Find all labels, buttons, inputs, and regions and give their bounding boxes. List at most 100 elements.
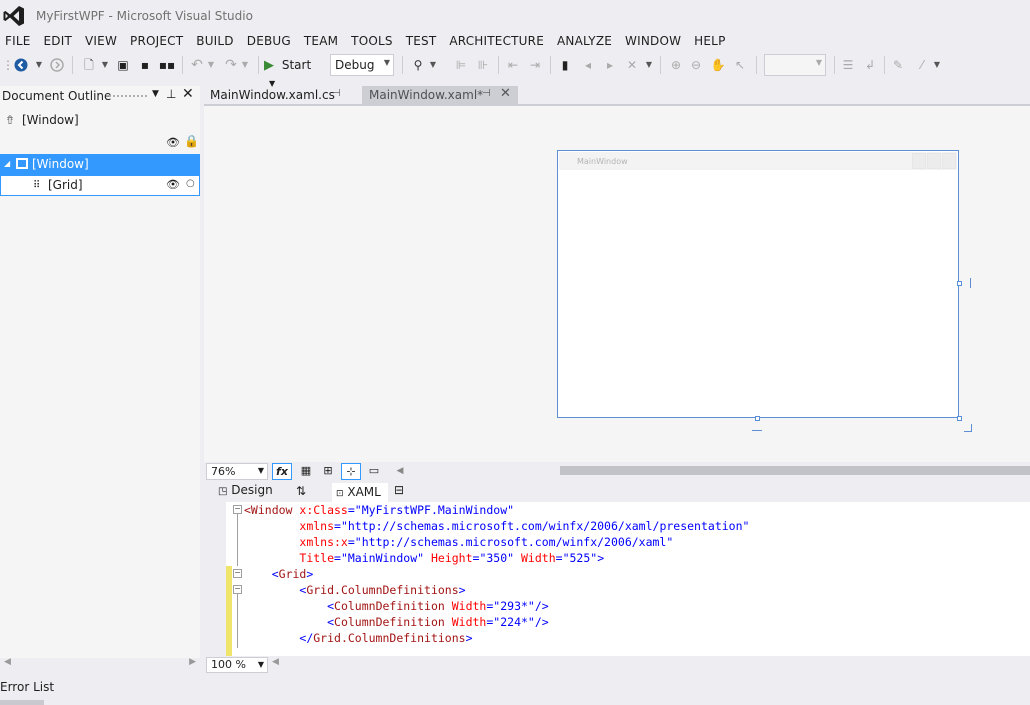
menu-build[interactable]: BUILD (191, 31, 241, 49)
code-line[interactable]: xmlns:x="http://schemas.microsoft.com/wi… (244, 534, 673, 550)
comment-icon[interactable]: ⇤ (504, 57, 522, 73)
show-grid-icon[interactable]: ▦ (296, 463, 316, 480)
new-project-icon[interactable]: 🗋 (80, 57, 98, 73)
collapse-region-icon[interactable]: − (233, 505, 242, 514)
pin-tab-icon[interactable]: ⊣ (482, 88, 491, 99)
find-dropdown-icon[interactable]: ▼ (428, 57, 438, 73)
editor-zoom-select[interactable]: 100 % ▼ (206, 657, 268, 673)
tab-mainwindow-xaml[interactable]: MainWindow.xaml* ⊣ ✕ (362, 86, 518, 104)
menu-analyze[interactable]: ANALYZE (552, 31, 620, 49)
menu-window[interactable]: WINDOW (620, 31, 689, 49)
pointer-icon[interactable]: ↖ (732, 57, 748, 73)
uncomment-icon[interactable]: ⇥ (526, 57, 544, 73)
xaml-view-tab[interactable]: ⊡ XAML (332, 483, 388, 502)
save-icon[interactable]: ▪ (136, 57, 154, 73)
eyedropper-icon[interactable]: ⁄ (914, 57, 930, 73)
solution-configuration-select[interactable]: Debug ▼ (330, 54, 394, 76)
start-debugging-button[interactable]: ▶ Start ▼ (264, 57, 326, 88)
panel-drag-grip[interactable] (108, 94, 148, 99)
code-line[interactable]: xmlns="http://schemas.microsoft.com/winf… (244, 518, 749, 534)
next-bookmark-icon[interactable]: ▸ (602, 57, 618, 73)
swap-panes-icon[interactable]: ⇅ (296, 484, 306, 498)
toolbar-overflow-icon[interactable]: ▼ (932, 57, 942, 73)
zoom-in-icon[interactable]: ⊕ (668, 57, 684, 73)
lock-icon[interactable]: 🔒 (184, 134, 199, 148)
panel-menu-chevron-down-icon[interactable]: ▼ (152, 89, 159, 99)
visibility-eye-icon[interactable]: 👁 (166, 136, 180, 149)
open-file-icon[interactable]: ▣ (114, 57, 132, 73)
code-line[interactable]: <Grid> (244, 566, 314, 582)
redo-dropdown-icon[interactable]: ▼ (240, 57, 250, 73)
effects-fx-icon[interactable]: fx (272, 463, 292, 480)
collapse-region-icon[interactable]: − (233, 585, 242, 594)
scroll-right-icon[interactable]: ▶ (189, 657, 196, 667)
align-right-icon[interactable]: ⊪ (474, 57, 492, 73)
design-surface[interactable]: MainWindow (204, 106, 1030, 462)
pin-tab-icon[interactable]: ⊣ (332, 88, 341, 99)
resize-handle-bottom[interactable] (755, 416, 760, 421)
menu-edit[interactable]: EDIT (39, 31, 81, 49)
zoom-out-icon[interactable]: ⊖ (688, 57, 704, 73)
annotations-icon[interactable]: ▭ (364, 463, 384, 480)
undo-icon[interactable]: ↶ (188, 57, 206, 73)
find-in-files-icon[interactable]: ⚲ (408, 57, 428, 73)
code-line[interactable]: </Grid.ColumnDefinitions> (244, 630, 472, 646)
save-all-icon[interactable]: ▪▪ (158, 57, 176, 73)
collapse-pane-icon[interactable]: ⊟ (394, 483, 404, 497)
designer-window-preview[interactable]: MainWindow (557, 150, 959, 418)
clear-bookmarks-icon[interactable]: ✕ (624, 57, 640, 73)
menu-file[interactable]: FILE (0, 31, 39, 49)
back-dropdown-icon[interactable]: ▼ (34, 57, 44, 73)
menu-team[interactable]: TEAM (299, 31, 346, 49)
scroll-left-icon[interactable]: ◀ (390, 463, 410, 480)
collapse-region-icon[interactable]: − (233, 569, 242, 578)
format-selection-icon[interactable]: ↲ (862, 57, 878, 73)
outline-root-item[interactable]: ⇮ [Window] (0, 110, 200, 131)
edit-template-icon[interactable]: ✎ (890, 57, 906, 73)
menu-help[interactable]: HELP (689, 31, 733, 49)
code-line[interactable]: <Window x:Class="MyFirstWPF.MainWindow" (244, 502, 514, 518)
resize-handle-corner[interactable] (957, 416, 962, 421)
redo-icon[interactable]: ↷ (222, 57, 240, 73)
scroll-left-icon[interactable]: ◀ (4, 657, 11, 667)
align-left-icon[interactable]: ⊫ (452, 57, 470, 73)
snap-to-snaplines-icon[interactable]: ⊹ (341, 463, 361, 480)
lock-toggle-circle-icon[interactable]: ○ (186, 174, 195, 194)
format-document-icon[interactable]: ☰ (840, 57, 856, 73)
code-line[interactable]: <ColumnDefinition Width="224*"/> (244, 614, 549, 630)
close-panel-icon[interactable]: ✕ (182, 86, 194, 102)
outline-item-window[interactable]: ◢ [Window] (0, 154, 200, 175)
undo-dropdown-icon[interactable]: ▼ (206, 57, 216, 73)
menu-view[interactable]: VIEW (80, 31, 125, 49)
designer-zoom-select[interactable]: 76% ▼ (206, 463, 268, 480)
code-line[interactable]: <ColumnDefinition Width="293*"/> (244, 598, 549, 614)
visibility-eye-icon[interactable]: 👁 (166, 175, 180, 195)
pan-hand-icon[interactable]: ✋ (710, 57, 726, 73)
collapse-triangle-icon[interactable]: ◢ (4, 154, 10, 174)
toolbar-empty-select[interactable]: ▼ (764, 54, 826, 76)
xaml-code-editor[interactable]: − − − <Window x:Class="MyFirstWPF.MainWi… (204, 502, 1030, 656)
previous-bookmark-icon[interactable]: ◂ (580, 57, 596, 73)
resize-handle-right[interactable] (957, 281, 962, 286)
designer-horizontal-scrollbar[interactable] (560, 466, 1030, 475)
bookmarks-dropdown-icon[interactable]: ▼ (644, 57, 654, 73)
outline-item-grid[interactable]: ⠿ [Grid] 👁 ○ (0, 175, 200, 196)
error-list-tab[interactable]: Error List (0, 680, 54, 694)
outline-horizontal-scrollbar[interactable]: ◀ ▶ (0, 657, 200, 671)
snap-to-grid-icon[interactable]: ⊞ (318, 463, 338, 480)
pin-icon[interactable]: ⊥ (166, 87, 176, 101)
new-project-dropdown-icon[interactable]: ▼ (100, 57, 110, 73)
close-tab-icon[interactable]: ✕ (500, 86, 511, 101)
menu-test[interactable]: TEST (401, 31, 445, 49)
design-view-tab[interactable]: ◳ Design (218, 483, 273, 497)
menu-architecture[interactable]: ARCHITECTURE (444, 31, 552, 49)
bookmark-icon[interactable]: ▮ (558, 57, 572, 73)
code-line[interactable]: Title="MainWindow" Height="350" Width="5… (244, 550, 604, 566)
tab-mainwindow-xaml-cs[interactable]: MainWindow.xaml.cs ⊣ (204, 86, 356, 104)
scroll-left-icon[interactable]: ◀ (272, 657, 279, 667)
menu-project[interactable]: PROJECT (125, 31, 191, 49)
menu-tools[interactable]: TOOLS (346, 31, 401, 49)
menu-debug[interactable]: DEBUG (242, 31, 299, 49)
navigate-forward-icon[interactable] (50, 58, 64, 72)
navigate-back-icon[interactable] (14, 58, 28, 72)
